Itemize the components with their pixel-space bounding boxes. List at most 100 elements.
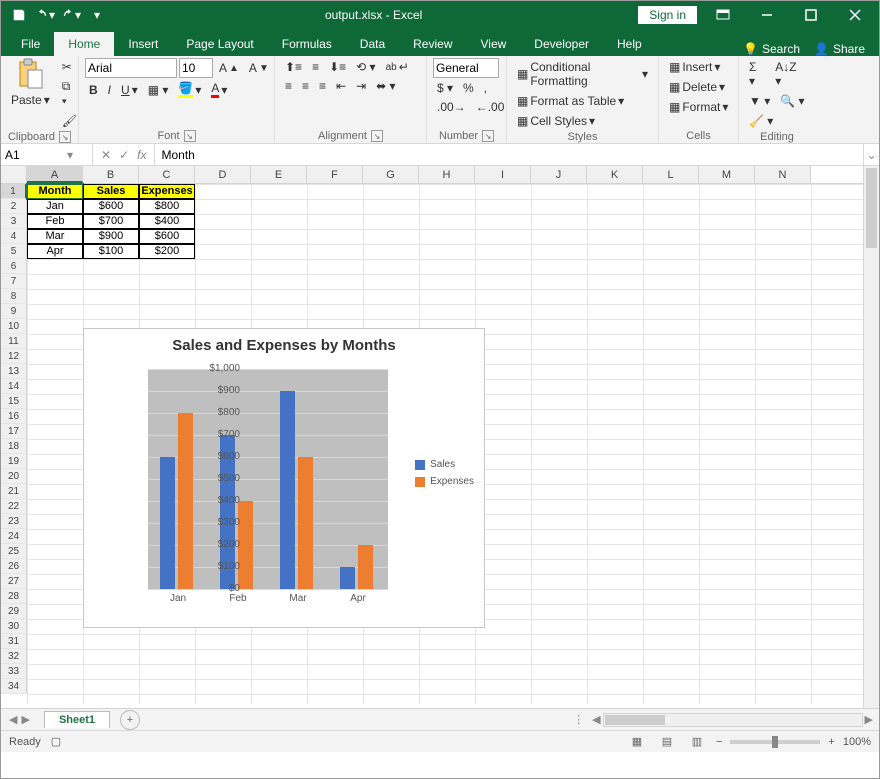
comma-icon[interactable]: ,: [480, 79, 491, 97]
row-header[interactable]: 16: [1, 409, 27, 424]
minimize-icon[interactable]: [749, 1, 785, 29]
tab-developer[interactable]: Developer: [520, 32, 603, 56]
row-header[interactable]: 3: [1, 214, 27, 229]
underline-button[interactable]: U ▾: [117, 81, 142, 99]
increase-decimal-icon[interactable]: .00→: [433, 98, 470, 116]
format-cells-button[interactable]: ▦ Format ▾: [665, 98, 732, 116]
col-header[interactable]: C: [139, 166, 195, 183]
conditional-formatting-button[interactable]: ▦ Conditional Formatting ▾: [513, 58, 652, 90]
row-header[interactable]: 33: [1, 664, 27, 679]
page-break-view-icon[interactable]: ▥: [686, 733, 708, 751]
row-header[interactable]: 4: [1, 229, 27, 244]
tab-page-layout[interactable]: Page Layout: [172, 32, 267, 56]
tab-home[interactable]: Home: [54, 32, 114, 56]
copy-icon[interactable]: ⧉ ▾: [58, 77, 81, 111]
data-cell[interactable]: Feb: [27, 214, 83, 229]
horizontal-scrollbar[interactable]: [603, 713, 863, 727]
row-header[interactable]: 20: [1, 469, 27, 484]
data-cell[interactable]: Apr: [27, 244, 83, 259]
row-header[interactable]: 11: [1, 334, 27, 349]
ribbon-options-icon[interactable]: [705, 1, 741, 29]
name-box-input[interactable]: [5, 148, 63, 162]
col-header[interactable]: A: [27, 166, 83, 183]
wrap-text-icon[interactable]: ab↵: [382, 58, 413, 76]
close-icon[interactable]: [837, 1, 873, 29]
row-header[interactable]: 23: [1, 514, 27, 529]
cancel-formula-icon[interactable]: ✕: [101, 148, 111, 162]
col-header[interactable]: D: [195, 166, 251, 183]
sort-filter-icon[interactable]: A↓Z ▾: [771, 58, 809, 90]
percent-icon[interactable]: %: [459, 79, 478, 97]
align-left-icon[interactable]: ≡: [281, 77, 296, 95]
save-icon[interactable]: [7, 4, 31, 26]
delete-cells-button[interactable]: ▦ Delete ▾: [665, 78, 729, 96]
decrease-indent-icon[interactable]: ⇤: [332, 77, 350, 95]
worksheet[interactable]: ABCDEFGHIJKLMN 1234567891011121314151617…: [1, 166, 879, 708]
name-box[interactable]: ▾: [1, 144, 93, 165]
row-header[interactable]: 18: [1, 439, 27, 454]
data-cell[interactable]: $700: [83, 214, 139, 229]
italic-button[interactable]: I: [104, 81, 115, 99]
borders-icon[interactable]: ▦ ▾: [144, 81, 173, 99]
col-header[interactable]: E: [251, 166, 307, 183]
row-header[interactable]: 8: [1, 289, 27, 304]
col-header[interactable]: F: [307, 166, 363, 183]
tab-view[interactable]: View: [467, 32, 521, 56]
row-header[interactable]: 26: [1, 559, 27, 574]
number-format-combo[interactable]: [433, 58, 499, 78]
share-button[interactable]: 👤Share: [814, 42, 865, 56]
align-top-icon[interactable]: ⬆≡: [281, 58, 306, 76]
font-color-icon[interactable]: A ▾: [207, 79, 231, 100]
col-header[interactable]: K: [587, 166, 643, 183]
row-header[interactable]: 29: [1, 604, 27, 619]
tell-me[interactable]: 💡Search: [743, 42, 800, 56]
row-header[interactable]: 9: [1, 304, 27, 319]
data-cell[interactable]: $800: [139, 199, 195, 214]
tab-help[interactable]: Help: [603, 32, 656, 56]
row-header[interactable]: 30: [1, 619, 27, 634]
row-header[interactable]: 6: [1, 259, 27, 274]
accounting-icon[interactable]: $ ▾: [433, 79, 457, 97]
increase-indent-icon[interactable]: ⇥: [352, 77, 370, 95]
col-header[interactable]: B: [83, 166, 139, 183]
row-header[interactable]: 32: [1, 649, 27, 664]
formula-expand-icon[interactable]: ⌄: [863, 144, 879, 165]
align-middle-icon[interactable]: ≡: [308, 58, 323, 76]
hscroll-left-icon[interactable]: ◀: [592, 713, 600, 726]
row-header[interactable]: 22: [1, 499, 27, 514]
qat-customize-icon[interactable]: ▾: [85, 4, 109, 26]
cell-styles-button[interactable]: ▦ Cell Styles ▾: [513, 112, 599, 130]
row-header[interactable]: 7: [1, 274, 27, 289]
row-header[interactable]: 28: [1, 589, 27, 604]
format-painter-icon[interactable]: 🖌: [58, 112, 81, 130]
decrease-decimal-icon[interactable]: ←.00: [472, 98, 509, 116]
sheet-nav-next-icon[interactable]: ▶: [21, 713, 29, 726]
data-cell[interactable]: $100: [83, 244, 139, 259]
zoom-level[interactable]: 100%: [843, 736, 871, 748]
row-header[interactable]: 10: [1, 319, 27, 334]
tab-insert[interactable]: Insert: [114, 32, 172, 56]
macro-record-icon[interactable]: ▢: [51, 735, 61, 748]
col-header[interactable]: H: [419, 166, 475, 183]
row-header[interactable]: 13: [1, 364, 27, 379]
header-cell[interactable]: Sales: [83, 184, 139, 199]
data-cell[interactable]: Mar: [27, 229, 83, 244]
col-header[interactable]: G: [363, 166, 419, 183]
select-all-triangle[interactable]: [1, 166, 27, 183]
sheet-tab[interactable]: Sheet1: [44, 711, 110, 728]
row-header[interactable]: 14: [1, 379, 27, 394]
number-launcher-icon[interactable]: ↘: [482, 130, 494, 142]
data-cell[interactable]: $400: [139, 214, 195, 229]
zoom-slider[interactable]: [730, 740, 820, 744]
data-cell[interactable]: $900: [83, 229, 139, 244]
row-header[interactable]: 27: [1, 574, 27, 589]
data-cell[interactable]: $600: [83, 199, 139, 214]
formula-input[interactable]: [161, 148, 857, 162]
tab-formulas[interactable]: Formulas: [268, 32, 346, 56]
orientation-icon[interactable]: ⟲ ▾: [352, 58, 379, 76]
row-header[interactable]: 25: [1, 544, 27, 559]
row-header[interactable]: 19: [1, 454, 27, 469]
clipboard-launcher-icon[interactable]: ↘: [59, 131, 71, 143]
page-layout-view-icon[interactable]: ▤: [656, 733, 678, 751]
shrink-font-icon[interactable]: A▼: [245, 59, 273, 77]
